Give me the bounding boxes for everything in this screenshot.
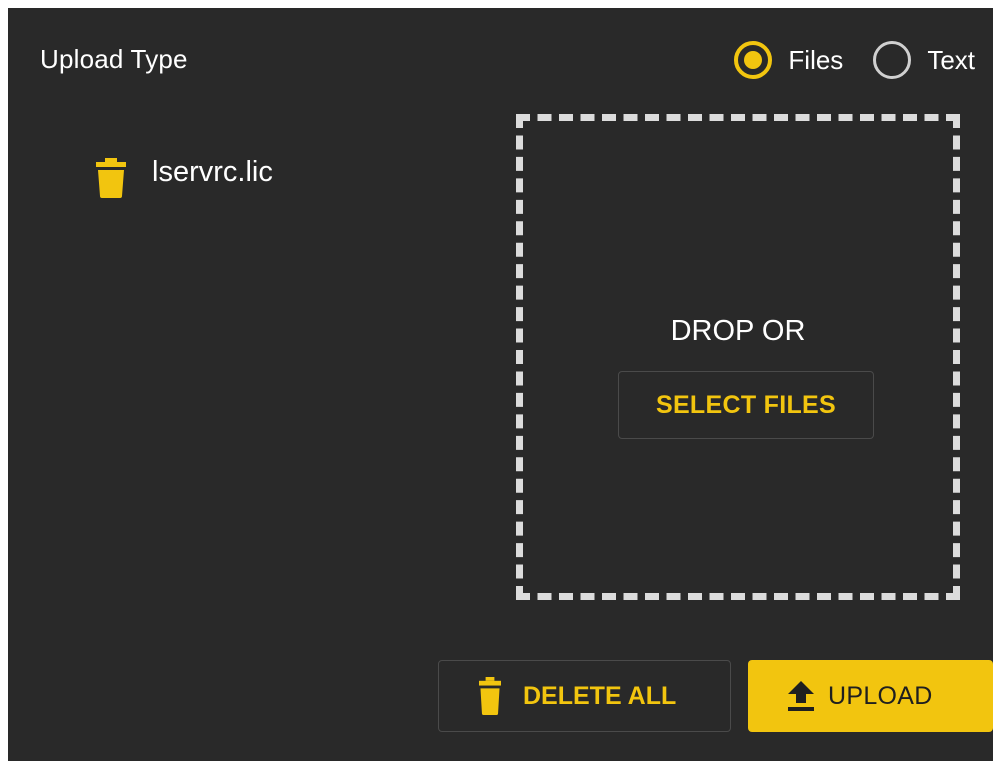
radio-label-files: Files — [788, 44, 844, 75]
delete-all-button[interactable]: DELETE ALL — [438, 660, 731, 732]
remove-file-button[interactable] — [96, 158, 126, 198]
delete-all-label: DELETE ALL — [523, 681, 677, 710]
radio-label-text: Text — [927, 44, 975, 75]
trash-icon — [479, 676, 501, 716]
radio-button-checked-icon[interactable] — [734, 41, 773, 79]
radio-option-text[interactable]: Text — [873, 41, 975, 79]
drop-prompt: DROP OR — [670, 315, 806, 347]
upload-type-label: Upload Type — [40, 44, 188, 74]
upload-panel: Upload Type Files Text lservrc.lic DROP … — [8, 8, 993, 761]
file-list-item: lservrc.lic — [96, 156, 273, 200]
file-drop-zone[interactable]: DROP OR SELECT FILES — [516, 114, 960, 600]
file-name: lservrc.lic — [152, 155, 273, 188]
select-files-button[interactable]: SELECT FILES — [618, 371, 874, 439]
file-list: lservrc.lic — [96, 156, 273, 200]
upload-button[interactable]: UPLOAD — [748, 660, 993, 732]
radio-option-files[interactable]: Files — [734, 41, 843, 79]
radio-button-unchecked-icon[interactable] — [873, 41, 912, 79]
upload-type-radio-group: Files Text — [734, 40, 975, 80]
trash-icon — [96, 158, 126, 198]
upload-arrow-icon — [788, 681, 814, 711]
upload-label: UPLOAD — [828, 681, 933, 710]
